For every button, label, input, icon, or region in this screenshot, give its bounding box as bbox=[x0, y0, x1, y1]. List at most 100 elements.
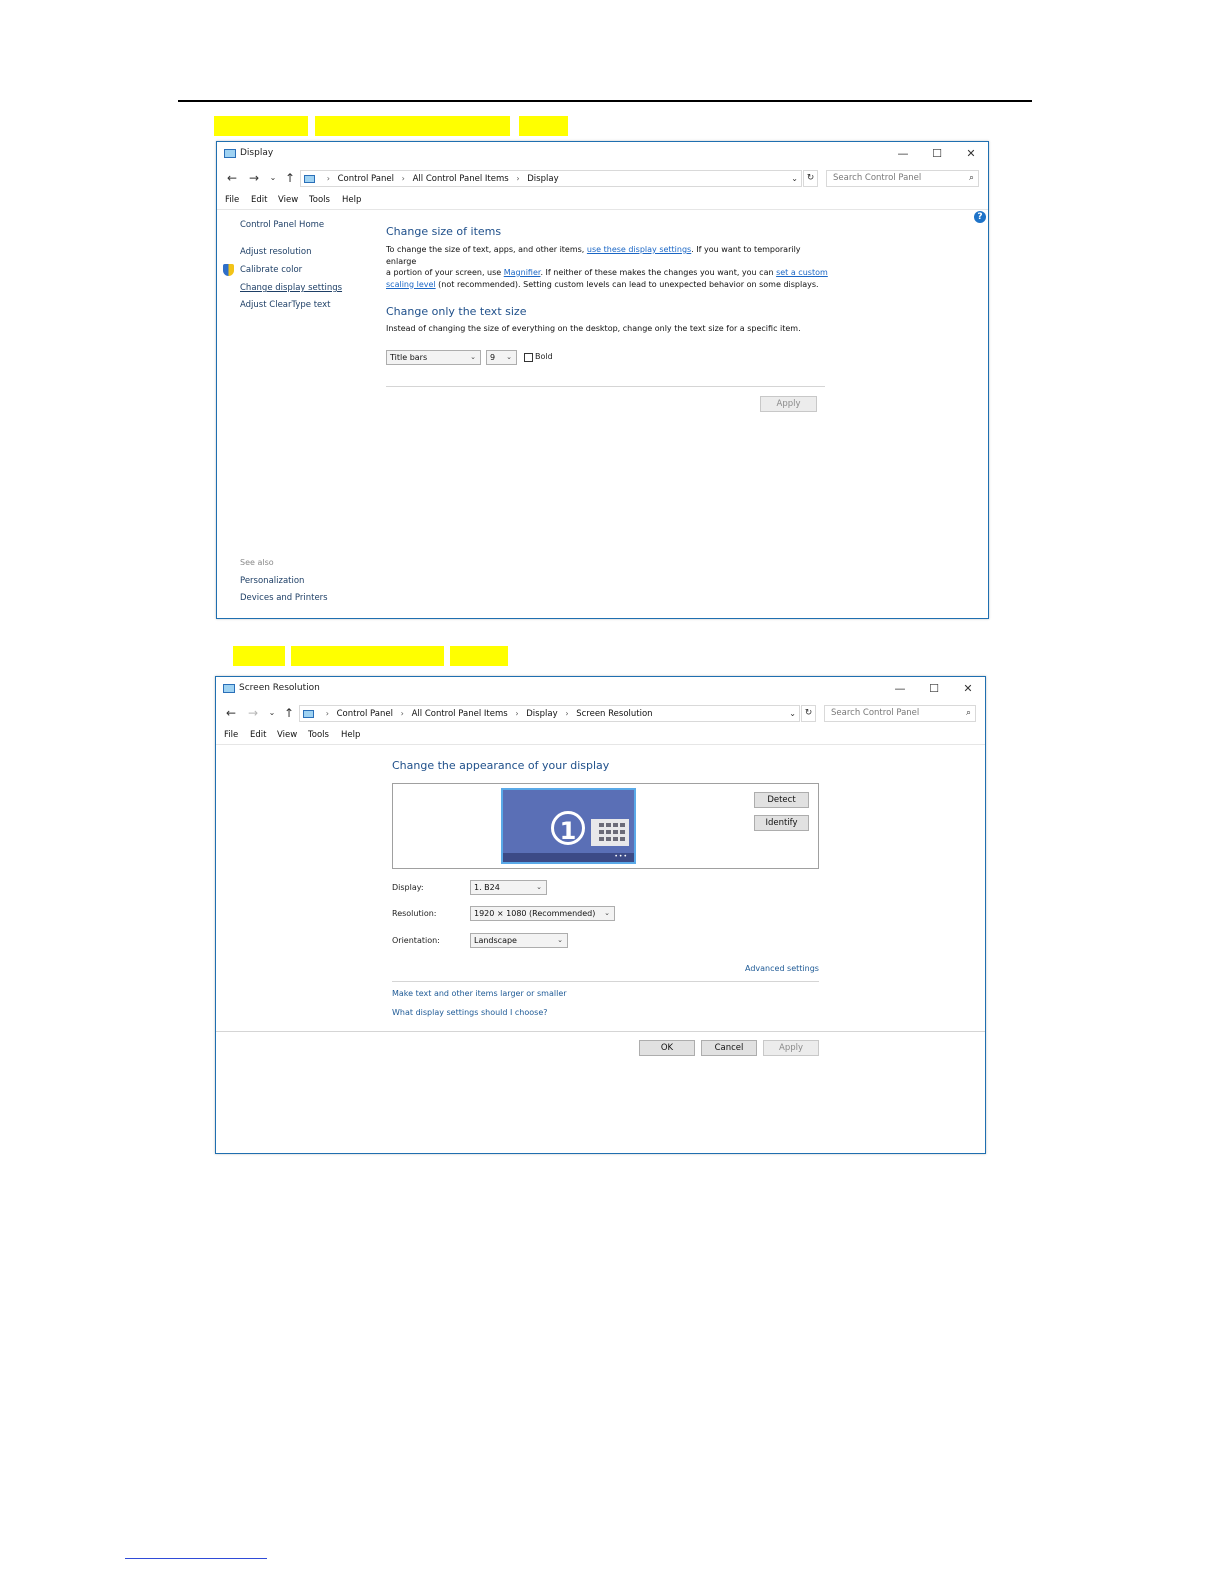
breadcrumb-item[interactable]: All Control Panel Items bbox=[413, 174, 509, 184]
sidebar-home[interactable]: Control Panel Home bbox=[240, 220, 324, 230]
footnote-rule bbox=[125, 1558, 267, 1559]
menu-view[interactable]: View bbox=[277, 730, 297, 740]
up-arrow-icon[interactable]: ↑ bbox=[281, 705, 297, 721]
apply-button[interactable]: Apply bbox=[760, 396, 817, 412]
chevron-down-icon: ⌄ bbox=[536, 883, 542, 891]
monitor-number: 1 bbox=[551, 811, 585, 845]
monitor-icon bbox=[224, 149, 236, 158]
menu-edit[interactable]: Edit bbox=[250, 730, 266, 740]
apply-button[interactable]: Apply bbox=[763, 1040, 819, 1056]
breadcrumb-item[interactable]: Control Panel bbox=[337, 709, 393, 719]
menu-help[interactable]: Help bbox=[342, 195, 361, 205]
forward-arrow-icon[interactable]: → bbox=[245, 705, 261, 721]
chevron-down-icon: ⌄ bbox=[557, 936, 563, 944]
sidebar-item-cleartype[interactable]: Adjust ClearType text bbox=[240, 300, 331, 310]
menu-tools[interactable]: Tools bbox=[308, 730, 329, 740]
text-size-link[interactable]: Make text and other items larger or smal… bbox=[392, 989, 567, 998]
custom-scaling-link[interactable]: set a custom bbox=[776, 268, 828, 277]
section-description: To change the size of text, apps, and ot… bbox=[386, 245, 828, 289]
display-window: Display — ☐ ✕ ← → ⌄ ↑ › Control Panel › … bbox=[216, 141, 989, 619]
highlight-block bbox=[315, 116, 510, 136]
divider bbox=[392, 981, 819, 982]
resolution-select[interactable]: 1920 × 1080 (Recommended) ⌄ bbox=[470, 906, 615, 921]
menu-help[interactable]: Help bbox=[341, 730, 360, 740]
sidebar-item-change-display-settings[interactable]: Change display settings bbox=[240, 283, 342, 293]
close-button[interactable]: ✕ bbox=[953, 680, 983, 698]
menu-edit[interactable]: Edit bbox=[251, 195, 267, 205]
cancel-button[interactable]: Cancel bbox=[701, 1040, 757, 1056]
see-also-devices-printers[interactable]: Devices and Printers bbox=[240, 593, 328, 603]
refresh-icon[interactable]: ↻ bbox=[801, 705, 816, 722]
chevron-down-icon: ⌄ bbox=[506, 353, 512, 361]
back-arrow-icon[interactable]: ← bbox=[224, 170, 240, 186]
menu-file[interactable]: File bbox=[224, 730, 238, 740]
bold-checkbox[interactable] bbox=[524, 353, 533, 362]
display-preview-panel: 1 ••• Detect Identify bbox=[392, 783, 819, 869]
minimize-button[interactable]: — bbox=[885, 680, 915, 698]
monitor-icon bbox=[304, 174, 315, 183]
maximize-button[interactable]: ☐ bbox=[919, 680, 949, 698]
search-icon[interactable]: ⌕ bbox=[966, 706, 971, 721]
menu-tools[interactable]: Tools bbox=[309, 195, 330, 205]
highlight-block bbox=[291, 646, 444, 666]
ok-button[interactable]: OK bbox=[639, 1040, 695, 1056]
menu-view[interactable]: View bbox=[278, 195, 298, 205]
menu-file[interactable]: File bbox=[225, 195, 239, 205]
custom-scaling-link[interactable]: scaling level bbox=[386, 280, 436, 289]
breadcrumb-item[interactable]: Display bbox=[526, 709, 557, 719]
see-also-label: See also bbox=[240, 558, 274, 567]
resolution-label: Resolution: bbox=[392, 909, 437, 918]
menu-bar: File Edit View Tools Help bbox=[217, 192, 988, 208]
breadcrumb-item[interactable]: Display bbox=[527, 174, 558, 184]
search-icon[interactable]: ⌕ bbox=[969, 171, 974, 186]
identify-button[interactable]: Identify bbox=[754, 815, 809, 831]
menu-bar: File Edit View Tools Help bbox=[216, 727, 985, 743]
recent-pages-icon[interactable]: ⌄ bbox=[267, 705, 277, 721]
detect-button[interactable]: Detect bbox=[754, 792, 809, 808]
chevron-down-icon: ⌄ bbox=[604, 909, 610, 917]
maximize-button[interactable]: ☐ bbox=[922, 145, 952, 163]
display-select[interactable]: 1. B24 ⌄ bbox=[470, 880, 547, 895]
advanced-settings-link[interactable]: Advanced settings bbox=[745, 964, 819, 973]
address-bar[interactable]: › Control Panel › All Control Panel Item… bbox=[300, 170, 802, 187]
orientation-label: Orientation: bbox=[392, 936, 440, 945]
search-input[interactable]: Search Control Panel ⌕ bbox=[824, 705, 976, 722]
window-title: Display bbox=[240, 148, 274, 158]
chevron-down-icon[interactable]: ⌄ bbox=[791, 171, 798, 186]
up-arrow-icon[interactable]: ↑ bbox=[282, 170, 298, 186]
title-bar: Screen Resolution — ☐ ✕ bbox=[216, 677, 985, 701]
navigation-bar: ← → ⌄ ↑ › Control Panel › All Control Pa… bbox=[216, 702, 985, 726]
top-rule bbox=[178, 100, 1032, 102]
address-bar[interactable]: › Control Panel › All Control Panel Item… bbox=[299, 705, 800, 722]
breadcrumb-item[interactable]: Screen Resolution bbox=[576, 709, 652, 719]
breadcrumb-item[interactable]: All Control Panel Items bbox=[412, 709, 508, 719]
back-arrow-icon[interactable]: ← bbox=[223, 705, 239, 721]
minimize-button[interactable]: — bbox=[888, 145, 918, 163]
chevron-down-icon[interactable]: ⌄ bbox=[789, 706, 796, 721]
section-description: Instead of changing the size of everythi… bbox=[386, 324, 801, 333]
text-size-select[interactable]: 9 ⌄ bbox=[486, 350, 517, 365]
search-placeholder: Search Control Panel bbox=[831, 708, 920, 718]
shield-icon bbox=[223, 264, 234, 276]
search-input[interactable]: Search Control Panel ⌕ bbox=[826, 170, 979, 187]
recent-pages-icon[interactable]: ⌄ bbox=[268, 170, 278, 186]
display-help-link[interactable]: What display settings should I choose? bbox=[392, 1008, 548, 1017]
see-also-personalization[interactable]: Personalization bbox=[240, 576, 304, 586]
text-item-select[interactable]: Title bars ⌄ bbox=[386, 350, 481, 365]
orientation-select[interactable]: Landscape ⌄ bbox=[470, 933, 568, 948]
taskbar-dots-icon: ••• bbox=[614, 853, 628, 860]
display-settings-link[interactable]: use these display settings bbox=[587, 245, 691, 254]
close-button[interactable]: ✕ bbox=[956, 145, 986, 163]
highlight-block bbox=[450, 646, 508, 666]
taskbar: ••• bbox=[503, 853, 634, 862]
sidebar-item-calibrate-color[interactable]: Calibrate color bbox=[240, 265, 302, 275]
magnifier-link[interactable]: Magnifier bbox=[504, 268, 541, 277]
divider bbox=[216, 1031, 985, 1032]
breadcrumb-item[interactable]: Control Panel bbox=[338, 174, 394, 184]
sidebar-item-adjust-resolution[interactable]: Adjust resolution bbox=[240, 247, 311, 257]
content-area: ? Control Panel Home Adjust resolution C… bbox=[217, 209, 988, 618]
refresh-icon[interactable]: ↻ bbox=[803, 170, 818, 187]
monitor-1-thumbnail[interactable]: 1 ••• bbox=[501, 788, 636, 864]
forward-arrow-icon[interactable]: → bbox=[246, 170, 262, 186]
help-icon[interactable]: ? bbox=[974, 211, 986, 223]
